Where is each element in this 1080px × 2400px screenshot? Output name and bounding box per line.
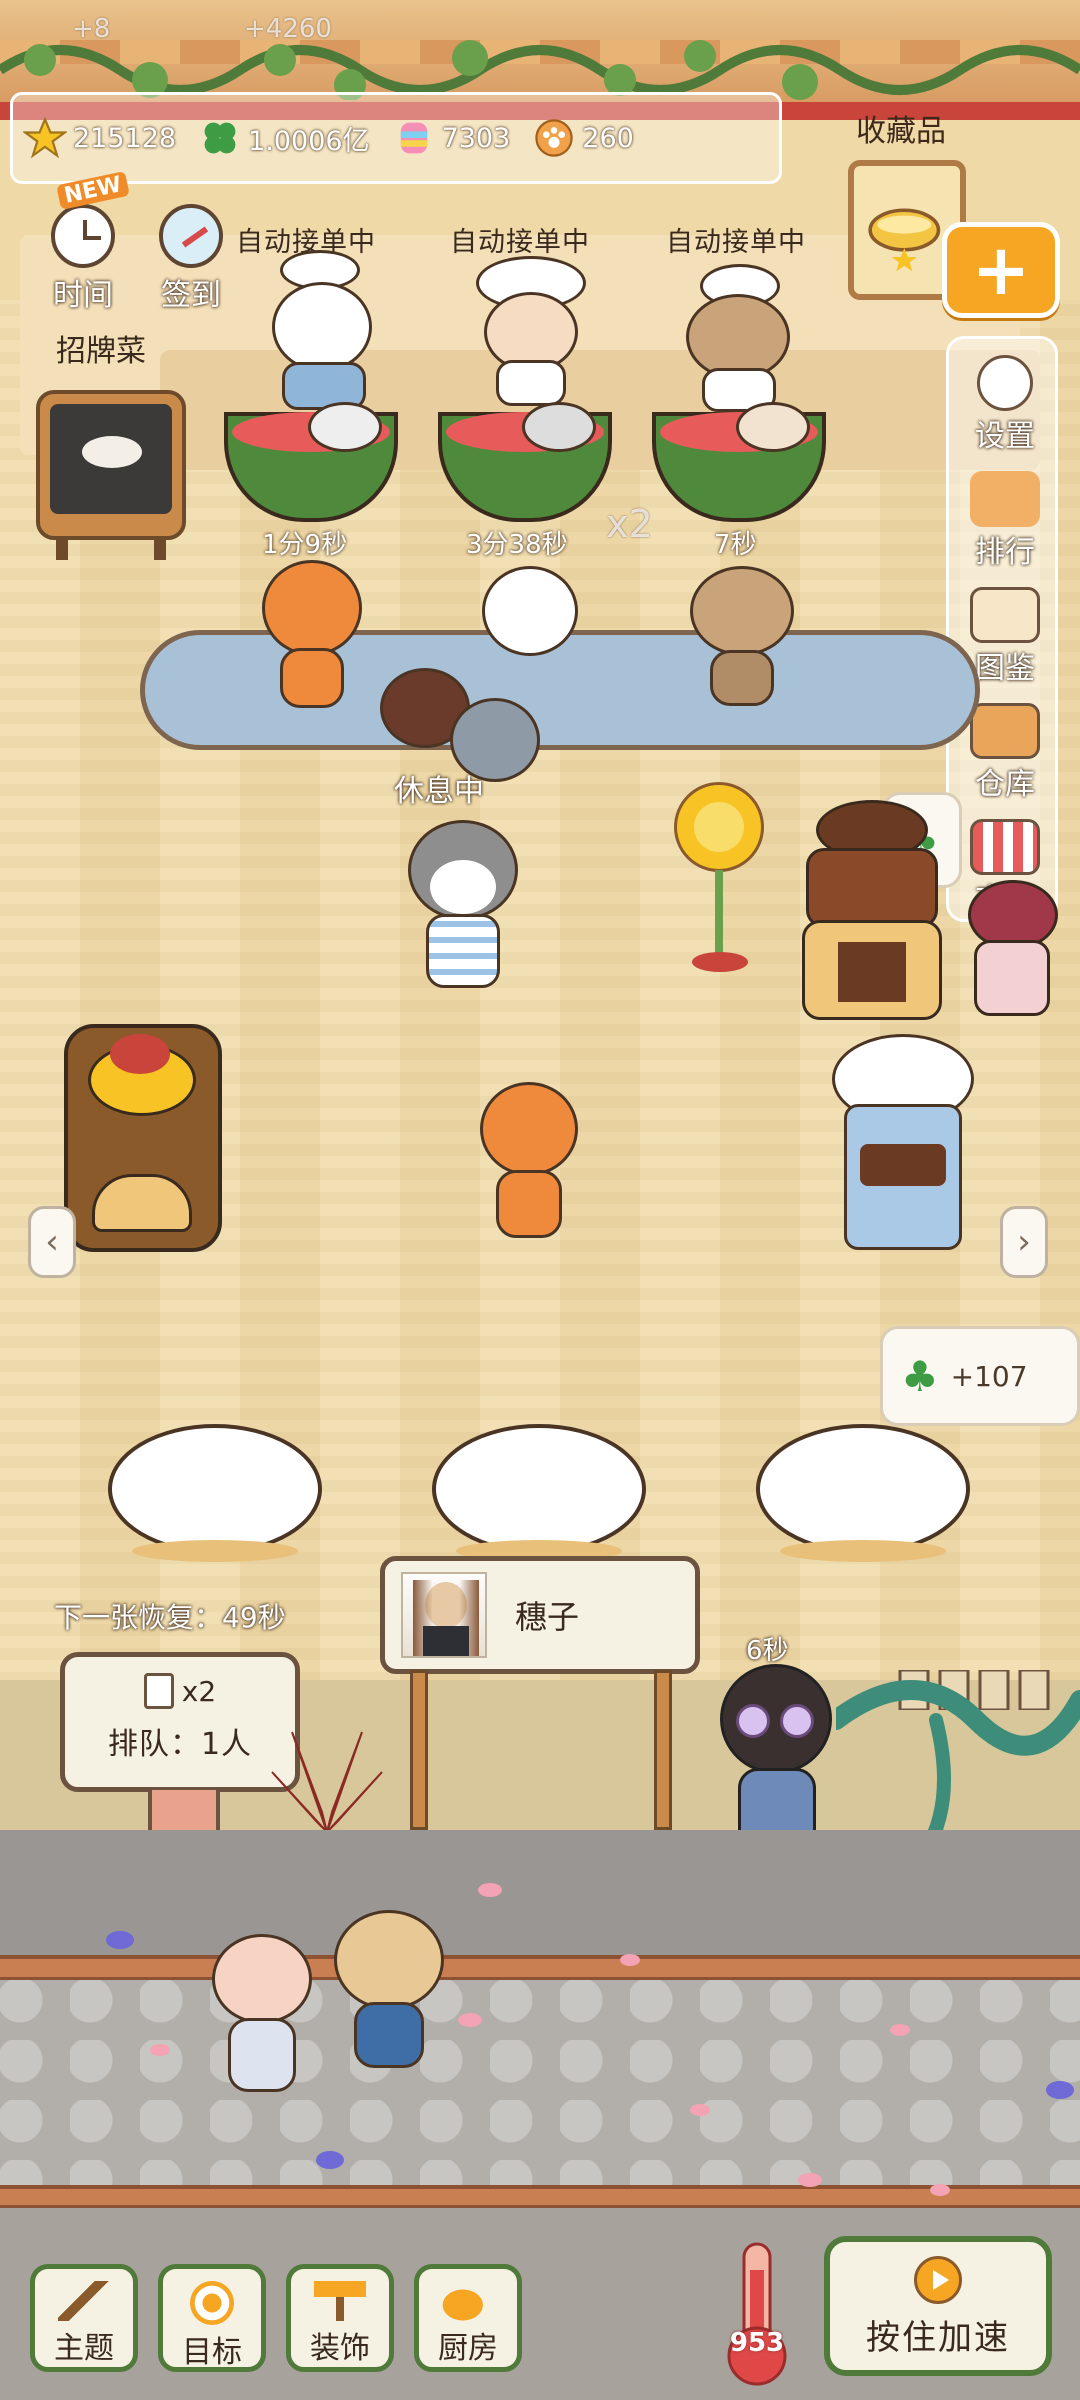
candy-value: 7303 (441, 122, 511, 154)
chevron-left-icon: ‹ (45, 1222, 59, 1262)
queue-ticket-count: x2 (181, 1674, 217, 1708)
checkin-label: 签到 (161, 278, 221, 313)
coins-resource[interactable]: 260 (532, 116, 634, 160)
clovers-value: 1.0006亿 (248, 125, 370, 157)
character-name-board[interactable]: 穗子 (380, 1556, 700, 1674)
target-icon (190, 2281, 234, 2325)
chef-girl[interactable] (466, 256, 596, 406)
cooking-pot-2[interactable] (438, 402, 612, 522)
ticket-icon (143, 1673, 174, 1709)
goal-label: 目标 (182, 2335, 242, 2370)
candy-icon (400, 122, 427, 154)
settings-button[interactable]: 设置 (949, 355, 1061, 455)
cream-table-2[interactable] (432, 1404, 646, 1564)
next-card-timer: 下一张恢复：49秒 (54, 1601, 286, 1634)
dog-customer[interactable] (690, 566, 794, 706)
scroll-right-arrow[interactable]: › (1000, 1206, 1048, 1278)
red-plant-decoration (271, 1731, 383, 1833)
faded-gain-left: +8 (72, 14, 111, 44)
stars-resource[interactable]: 215128 (23, 116, 176, 160)
theme-label: 主题 (54, 2331, 114, 2366)
chef-bear[interactable] (258, 250, 388, 412)
thermometer-value: 953 (729, 2328, 785, 2358)
goal-button[interactable]: 目标 (158, 2264, 266, 2372)
time-label: 时间 (53, 278, 113, 313)
cream-table-1[interactable] (108, 1404, 322, 1564)
queue-count: 排队：1人 (107, 1727, 253, 1762)
clover-icon (204, 122, 236, 154)
clovers-resource[interactable]: 1.0006亿 (198, 116, 370, 160)
strawberry-cake-decoration (64, 1024, 222, 1254)
theme-button[interactable]: 主题 (30, 2264, 138, 2372)
character-portrait (401, 1572, 487, 1658)
scroll-left-arrow[interactable]: ‹ (28, 1206, 76, 1278)
plus-icon: + (971, 229, 1031, 311)
resting-status: 休息中 (394, 774, 484, 809)
stars-value: 215128 (73, 122, 177, 154)
ranking-label: 排行 (975, 535, 1035, 570)
chevron-right-icon: › (1017, 1222, 1031, 1262)
book-icon (970, 587, 1040, 643)
hammer-icon (314, 2281, 366, 2321)
cream-table-3[interactable] (756, 1404, 970, 1564)
pot-timer-3: 7秒 (714, 530, 757, 560)
name-board-post-left (410, 1670, 428, 1830)
ice-cream-machine (832, 1034, 974, 1254)
coins-value: 260 (582, 122, 634, 154)
add-button[interactable]: + (942, 222, 1060, 318)
berry-cake-decoration (968, 880, 1058, 1020)
cooking-pot-3[interactable] (652, 402, 826, 522)
cat-orange-walking[interactable] (474, 1082, 584, 1242)
star-icon (23, 116, 67, 159)
thermometer-icon[interactable] (724, 2240, 790, 2390)
checkin-button[interactable]: 签到 (146, 204, 236, 314)
warehouse-label: 仓库 (975, 767, 1035, 802)
candy-resource[interactable]: 7303 (392, 116, 511, 160)
settings-label: 设置 (975, 419, 1035, 454)
clover-icon: ♣ (901, 1351, 939, 1401)
vine-decoration (0, 40, 1080, 100)
name-board-post-right (654, 1670, 672, 1830)
settings-icon (977, 355, 1033, 411)
pot-timer-2: 3分38秒 (466, 530, 568, 560)
collection-label: 收藏品 (856, 114, 946, 149)
warehouse-icon (970, 703, 1040, 759)
decorate-label: 装饰 (310, 2331, 370, 2366)
time-button[interactable]: 时间 (38, 204, 128, 314)
auto-order-status-2: 自动接单中 (450, 227, 590, 258)
resource-bar: 215128 1.0006亿 7303 260 (10, 92, 782, 184)
kitchen-label: 厨房 (438, 2331, 498, 2366)
character-name: 穗子 (515, 1598, 580, 1636)
kitchen-button[interactable]: 厨房 (414, 2264, 522, 2372)
checkin-icon (159, 204, 223, 268)
faded-gain-right: +4260 (244, 14, 332, 44)
chef-dog[interactable] (672, 264, 802, 414)
gray-cat-customer[interactable] (408, 820, 518, 990)
clock-icon (51, 204, 115, 268)
white-bear-customer[interactable] (482, 566, 578, 676)
signature-dish-label: 招牌菜 (56, 334, 146, 369)
paw-coin-icon (535, 119, 573, 157)
auto-order-status-3: 自动接单中 (666, 227, 806, 258)
cake-tower-decoration (798, 800, 946, 1026)
sunflower-decoration (664, 782, 774, 972)
ranking-icon (970, 471, 1040, 527)
shop-icon (970, 819, 1040, 875)
petals-decoration (106, 1883, 1074, 2247)
signature-dish-board[interactable] (36, 390, 186, 560)
faded-bonus: x2 (606, 502, 653, 546)
frying-pan-icon (442, 2281, 494, 2321)
speed-label: 按住加速 (866, 2318, 1010, 2358)
side-menu: 设置 排行 图鉴 仓库 商城 (946, 336, 1058, 922)
pot-timer-1: 1分9秒 (262, 530, 348, 560)
hold-to-speed-up-button[interactable]: 按住加速 (824, 2236, 1052, 2376)
speed-icon (914, 2256, 962, 2304)
decorate-button[interactable]: 装饰 (286, 2264, 394, 2372)
clover-gain: +107 (950, 1359, 1028, 1393)
ranking-button[interactable]: 排行 (949, 471, 1061, 571)
cooking-pot-1[interactable] (224, 402, 398, 522)
customer-timer: 6秒 (746, 1636, 789, 1666)
cat-orange-customer[interactable] (262, 560, 362, 710)
magic-wand-icon (58, 2281, 110, 2321)
